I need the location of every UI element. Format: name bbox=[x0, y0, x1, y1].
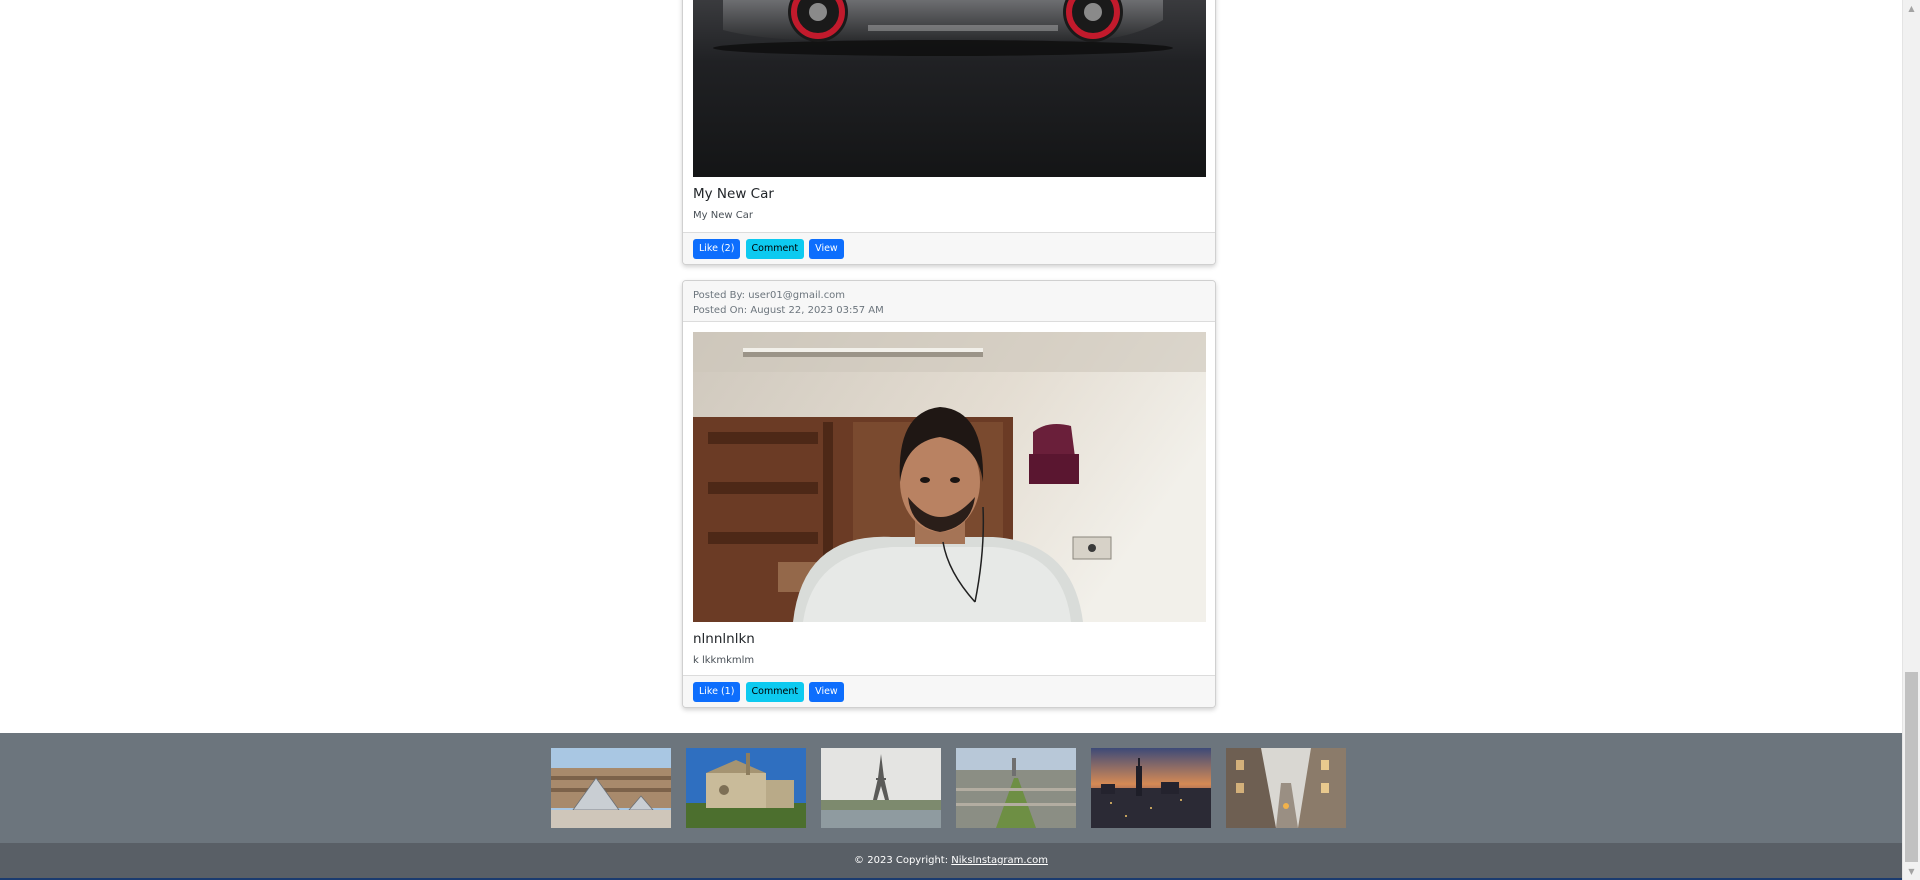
post-body: nlnnlnlkn k lkkmkmlm bbox=[683, 322, 1215, 667]
scroll-up-arrow-icon[interactable]: ▲ bbox=[1903, 0, 1920, 17]
page-viewport: My New Car My New Car Like (2) Comment V… bbox=[0, 0, 1902, 880]
posted-on: Posted On: August 22, 2023 03:57 AM bbox=[693, 305, 884, 316]
vertical-scrollbar[interactable]: ▲ ▼ bbox=[1902, 0, 1920, 880]
scroll-down-arrow-icon[interactable]: ▼ bbox=[1903, 863, 1920, 880]
gallery-image-louvre[interactable] bbox=[551, 748, 671, 828]
comment-button[interactable]: Comment bbox=[745, 682, 805, 702]
gallery-image-paris-street[interactable] bbox=[1226, 748, 1346, 828]
copyright-text: © 2023 Copyright: bbox=[854, 855, 952, 866]
post-title: My New Car bbox=[693, 186, 774, 202]
post-image-selfie[interactable] bbox=[693, 332, 1206, 622]
view-button[interactable]: View bbox=[809, 682, 844, 702]
view-button[interactable]: View bbox=[809, 239, 844, 259]
like-button[interactable]: Like (2) bbox=[693, 239, 741, 259]
copyright-bar: © 2023 Copyright: NiksInstagram.com bbox=[0, 843, 1902, 880]
post-body: My New Car My New Car bbox=[683, 0, 1215, 222]
post-caption: My New Car bbox=[693, 210, 753, 221]
site-footer: © 2023 Copyright: NiksInstagram.com bbox=[0, 733, 1902, 880]
like-button[interactable]: Like (1) bbox=[693, 682, 741, 702]
gallery-image-notre-dame[interactable] bbox=[686, 748, 806, 828]
post-actions: Like (2) Comment View bbox=[683, 232, 1215, 264]
scroll-thumb[interactable] bbox=[1905, 672, 1918, 862]
comment-button[interactable]: Comment bbox=[745, 239, 805, 259]
gallery-image-paris-aerial[interactable] bbox=[956, 748, 1076, 828]
post-card: Posted By: user01@gmail.com Posted On: A… bbox=[682, 280, 1216, 708]
post-title: nlnnlnlkn bbox=[693, 631, 755, 647]
gallery-image-city-skyline[interactable] bbox=[1091, 748, 1211, 828]
post-image-car[interactable] bbox=[693, 0, 1206, 177]
post-card: My New Car My New Car Like (2) Comment V… bbox=[682, 0, 1216, 265]
copyright-link[interactable]: NiksInstagram.com bbox=[951, 855, 1048, 866]
post-caption: k lkkmkmlm bbox=[693, 655, 755, 666]
post-actions: Like (1) Comment View bbox=[683, 675, 1215, 707]
gallery-image-eiffel-tower[interactable] bbox=[821, 748, 941, 828]
post-meta: Posted By: user01@gmail.com Posted On: A… bbox=[683, 281, 1215, 322]
posted-by: Posted By: user01@gmail.com bbox=[693, 290, 846, 301]
